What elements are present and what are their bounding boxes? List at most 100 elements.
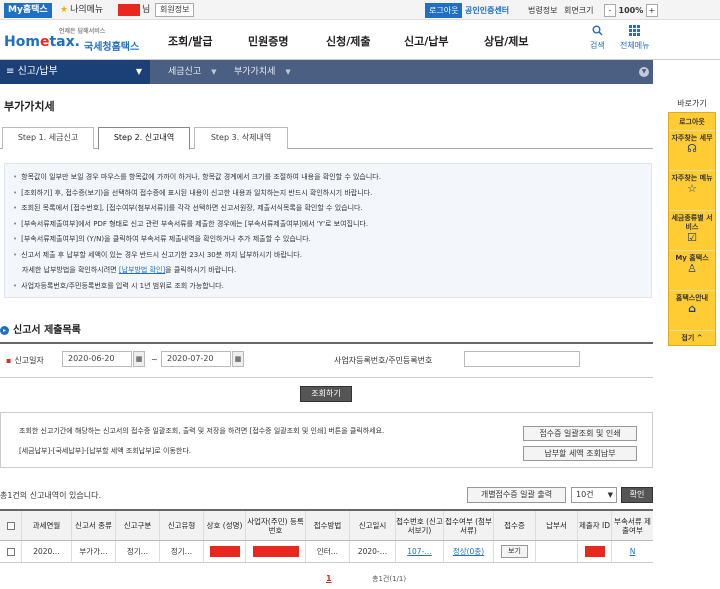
quick-menu-panel: 바로가기 로그아웃 자주찾는 세무 ☊ 자주찾는 메뉴 ☆ 세금종류별 서비스 ☑ M… bbox=[668, 98, 716, 346]
biz-number-label: 사업자등록번호/주민등록번호 bbox=[334, 356, 433, 365]
ai-headset-icon: ☊ bbox=[687, 142, 697, 155]
calendar-icon[interactable]: ▦ bbox=[232, 351, 244, 367]
grid-icon bbox=[620, 25, 649, 39]
row-checkbox[interactable] bbox=[6, 547, 15, 556]
section-title: ▸ 신고서 제출목록 bbox=[0, 321, 81, 336]
guide-icon: ⌂ bbox=[688, 302, 696, 315]
cell-period: 2020… bbox=[22, 541, 72, 562]
notice-line: 사업자등록번호/주민등록번호를 입력 시 1년 범위로 조회 가능합니다. bbox=[13, 279, 643, 295]
all-menu-button[interactable]: 전체메뉴 bbox=[620, 25, 649, 51]
quick-item-faq-menu[interactable]: 자주찾는 메뉴 ☆ bbox=[669, 171, 715, 211]
table-header: 과세연월 신고서 종류 신고구분 신고유형 상호 (성명) 사업자(주민) 등록… bbox=[0, 511, 653, 541]
gnb-item-certificate[interactable]: 민원증명 bbox=[248, 33, 288, 49]
my-hometax-link[interactable]: My홈택스 bbox=[4, 3, 52, 18]
date-to-input[interactable]: 2020-07-20 bbox=[161, 351, 231, 367]
biz-number-input[interactable] bbox=[464, 351, 580, 367]
cell-payment-slip bbox=[536, 541, 578, 562]
receipt-number-link[interactable]: 107-… bbox=[407, 547, 432, 556]
cell-submitter-redacted bbox=[584, 546, 605, 557]
col-header: 접수번호 (신고서보기) bbox=[396, 511, 444, 540]
quick-item-tax-service[interactable]: 세금종류별 서비스 ☑ bbox=[669, 211, 715, 251]
cell-date: 2020-… bbox=[350, 541, 396, 562]
col-header: 납부서 bbox=[536, 511, 578, 540]
member-info-button[interactable]: 회원정보 bbox=[155, 3, 195, 17]
search-button[interactable]: 조회하기 bbox=[300, 386, 352, 402]
cell-category: 정기… bbox=[116, 541, 160, 562]
info-line-1: 조회한 신고기간에 해당하는 신고서의 접수증 일괄조회, 출력 및 저장을 하… bbox=[19, 427, 385, 435]
notice-line: 조회된 목록에서 [접수번호], [접수여부(첨부서류)]를 각각 선택하면 신… bbox=[13, 201, 643, 217]
arrow-circle-icon: ▸ bbox=[0, 326, 9, 335]
select-all-checkbox[interactable] bbox=[6, 521, 15, 530]
zoom-out-button[interactable]: - bbox=[604, 4, 616, 17]
attach-submit-link[interactable]: N bbox=[630, 547, 636, 556]
col-header: 접수증 bbox=[494, 511, 536, 540]
individual-receipt-print-button[interactable]: 개별접수증 일괄 출력 bbox=[467, 487, 566, 503]
zoom-in-button[interactable]: + bbox=[645, 4, 658, 17]
gnb-item-inquiry[interactable]: 조회/발급 bbox=[168, 33, 213, 49]
period-label: ▪ 신고일자 bbox=[6, 356, 44, 365]
screen-size-label: 회면크기 bbox=[564, 6, 594, 15]
chevron-down-icon: ▼ bbox=[135, 67, 142, 76]
user-suffix: 님 bbox=[142, 5, 151, 15]
attachment-status-link[interactable]: 정상(0종) bbox=[453, 547, 484, 556]
quick-item-my-hometax[interactable]: My 홈택스 ♙ bbox=[669, 251, 715, 291]
chevron-down-icon: ▼ bbox=[211, 68, 217, 76]
notice-line: [조회하기] 후, 접수증(보기)을 선택하여 접수증에 표시된 내용이 신고한… bbox=[13, 186, 643, 202]
hamburger-icon: ≡ bbox=[6, 66, 15, 77]
col-header: 부속서류 제출여부 bbox=[614, 516, 651, 535]
col-header: 신고일시 bbox=[350, 511, 396, 540]
breadcrumb-tax-report[interactable]: 세금신고 ▼ bbox=[168, 60, 217, 84]
gnb-item-report[interactable]: 신고/납부 bbox=[404, 33, 449, 49]
receipt-bulk-print-button[interactable]: 접수증 일괄조회 및 인쇄 bbox=[523, 426, 637, 441]
quick-item-faq-tax[interactable]: 자주찾는 세무 ☊ bbox=[669, 131, 715, 171]
page-number-current[interactable]: 1 bbox=[326, 574, 332, 583]
tax-payment-button[interactable]: 납부할 세액 조회납부 bbox=[523, 446, 637, 461]
zoom-level: 100% bbox=[618, 6, 644, 15]
favorites-link[interactable]: ★ 나의메뉴 bbox=[60, 3, 103, 18]
logo-wordmark: Hometax. bbox=[4, 34, 80, 50]
tab-step3[interactable]: Step 3. 삭제내역 bbox=[194, 127, 288, 149]
cert-center-link[interactable]: 공인인증센터 bbox=[465, 3, 509, 18]
breadcrumb-vat[interactable]: 부가가치세 ▼ bbox=[234, 60, 291, 84]
menu-dropdown-report[interactable]: ≡ 신고/납부 ▼ bbox=[0, 60, 150, 84]
quick-logout-button[interactable]: 로그아웃 bbox=[669, 113, 715, 131]
tab-step1[interactable]: Step 1. 세금신고 bbox=[2, 127, 94, 149]
search-button[interactable]: 검색 bbox=[590, 25, 605, 51]
view-receipt-button[interactable]: 보기 bbox=[501, 545, 528, 558]
chevron-down-icon: ▼ bbox=[607, 491, 613, 499]
confirm-button[interactable]: 확인 bbox=[621, 487, 653, 503]
result-count: 총1건의 신고내역이 있습니다. bbox=[0, 491, 102, 500]
zoom-control: - 100% + bbox=[604, 3, 658, 18]
col-header: 신고구분 bbox=[116, 511, 160, 540]
chevron-down-icon[interactable]: ▼ bbox=[639, 67, 649, 77]
date-from-input[interactable]: 2020-06-20 bbox=[62, 351, 132, 367]
page-title: 부가가치세 bbox=[4, 100, 55, 113]
notice-line: 신고서 제출 후 납부할 세액이 있는 경우 반드시 신고기한 23시 30분 … bbox=[13, 248, 643, 264]
quick-item-guide[interactable]: 홈택스안내 ⌂ bbox=[669, 291, 715, 331]
notice-line: 자세한 납부방법을 확인하시려면 [납부방법 확인]을 클릭하시기 바랍니다. bbox=[22, 266, 237, 274]
col-header: 사업자(주민) 등록번호 bbox=[246, 511, 306, 540]
notice-line: [부속서류제출여부]에서 PDF 형태로 신고 관련 부속서류를 제출한 경우에… bbox=[13, 217, 643, 233]
cell-type: 정기… bbox=[160, 541, 204, 562]
gnb-item-apply[interactable]: 신청/제출 bbox=[326, 33, 371, 49]
location-bar: ≡ 신고/납부 ▼ 세금신고 ▼ 부가가치세 ▼ ▼ bbox=[0, 60, 653, 84]
tab-step2[interactable]: Step 2. 신고내역 bbox=[98, 127, 190, 150]
site-header: 언제든 답해서비스 Hometax. 국세청홈택스 조회/발급 민원증명 신청/… bbox=[0, 20, 720, 60]
search-icon bbox=[590, 25, 605, 39]
page-size-select[interactable]: 10건 ▼ bbox=[571, 487, 617, 503]
logout-button[interactable]: 로그아웃 bbox=[425, 3, 463, 18]
gnb-item-consult[interactable]: 상담/제보 bbox=[484, 33, 529, 49]
top-utility-bar: My홈택스 ★ 나의메뉴 님 회원정보 로그아웃 공인인증센터 법령정보 회면크기… bbox=[0, 0, 720, 20]
col-header: 신고유형 bbox=[160, 511, 204, 540]
payment-method-link[interactable]: [납부방법 확인] bbox=[119, 266, 165, 274]
quick-collapse-button[interactable]: 접기 ^ bbox=[669, 331, 715, 345]
cell-method: 인터… bbox=[306, 541, 350, 562]
logo-korean: 국세청홈택스 bbox=[84, 42, 140, 53]
col-header: 제출자 ID bbox=[578, 511, 612, 540]
law-info-link[interactable]: 법령정보 bbox=[528, 3, 557, 18]
cell-form: 부가가… bbox=[72, 541, 116, 562]
calendar-icon[interactable]: ▦ bbox=[133, 351, 145, 367]
step-tabs: Step 1. 세금신고 Step 2. 신고내역 Step 3. 삭제내역 bbox=[0, 127, 653, 150]
col-header: 과세연월 bbox=[22, 511, 72, 540]
search-form: ▪ 신고일자 2020-06-20 ▦ ~ 2020-07-20 ▦ 사업자등록번… bbox=[0, 342, 653, 378]
